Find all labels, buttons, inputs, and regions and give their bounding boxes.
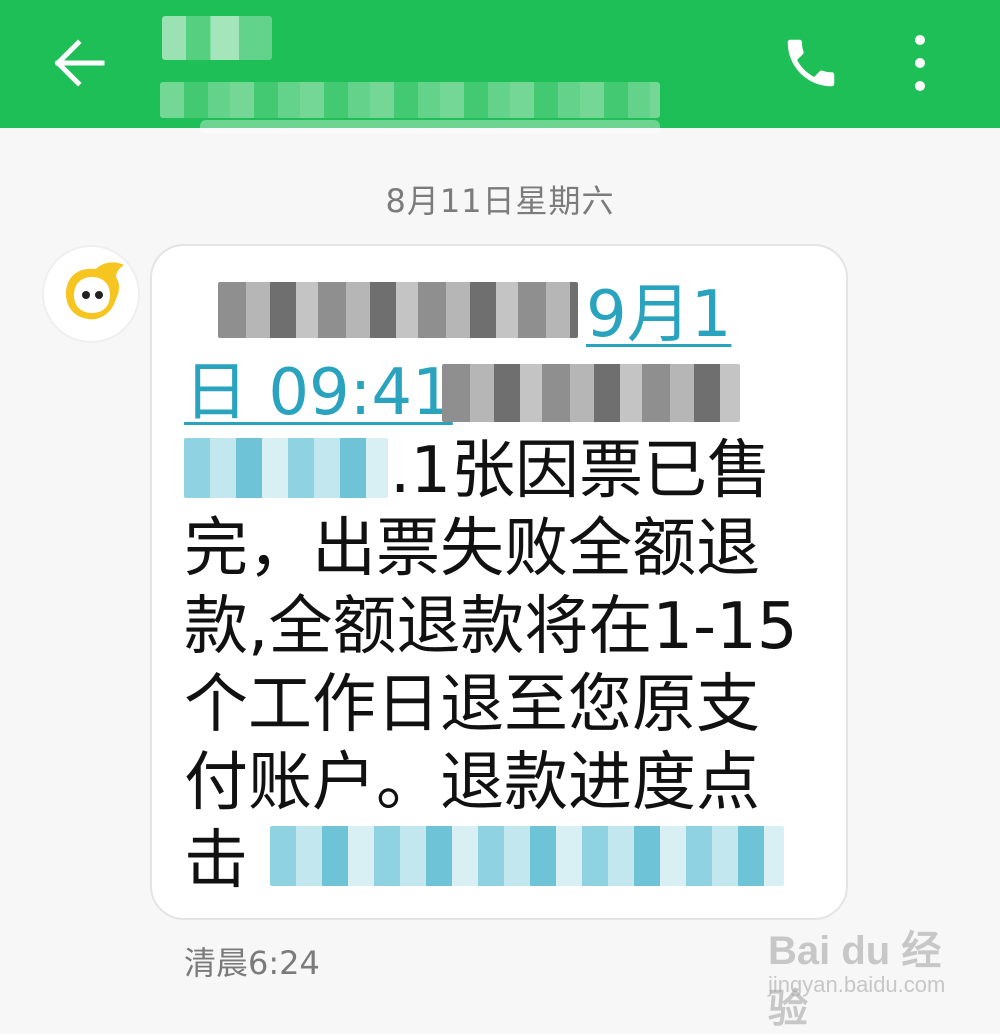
redacted-refund-link[interactable] xyxy=(270,826,784,886)
redacted-train-info xyxy=(184,438,388,498)
contact-name-redacted xyxy=(162,16,272,60)
date-link[interactable]: 9月1 xyxy=(586,278,731,352)
time-link[interactable]: 日 09:41 xyxy=(184,356,453,430)
contact-redaction-smudge xyxy=(200,120,660,134)
contact-info[interactable] xyxy=(150,10,670,134)
message-line-3: .1张因票已售 xyxy=(390,434,772,508)
arrow-left-icon xyxy=(54,39,105,87)
message-line-7: 付账户。退款进度点 xyxy=(184,746,760,820)
redacted-sender-tag xyxy=(218,282,578,338)
more-options-button[interactable] xyxy=(900,28,940,98)
baidu-jingyan-watermark: Bai du 经验 jingyan.baidu.com xyxy=(768,912,968,1031)
message-bubble[interactable]: 9月1 日 09:41 .1张因票已售 完，出票失败全额退 款,全额退款将在1-… xyxy=(150,244,848,920)
phone-icon xyxy=(787,39,835,87)
smiley-app-icon xyxy=(66,262,124,320)
date-separator: 8月11日星期六 xyxy=(385,182,615,220)
message-line-2: 日 09:41 xyxy=(184,354,453,432)
sender-avatar[interactable] xyxy=(44,247,138,341)
more-vertical-icon xyxy=(915,35,925,91)
message-line-1: 9月1 xyxy=(586,276,731,354)
call-button[interactable] xyxy=(780,32,842,94)
message-line-4: 完，出票失败全额退 xyxy=(184,512,760,586)
message-line-6: 个工作日退至您原支 xyxy=(184,668,760,742)
back-button[interactable] xyxy=(44,28,114,98)
message-line-5: 款,全额退款将在1-15 xyxy=(184,590,798,664)
message-timestamp: 清晨6:24 xyxy=(184,944,320,982)
watermark-url-text: jingyan.baidu.com xyxy=(768,972,946,997)
app-bar xyxy=(0,0,1000,134)
message-line-8: 击 xyxy=(184,824,248,898)
redacted-route-info xyxy=(442,364,740,422)
contact-number-redacted xyxy=(160,82,660,118)
